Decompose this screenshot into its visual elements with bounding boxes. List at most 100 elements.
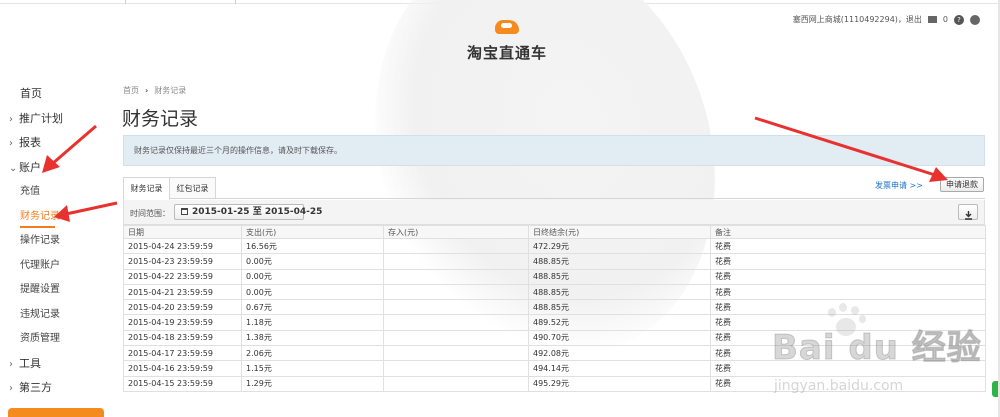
table-row: 2015-04-17 23:59:59 2.06元 492.08元 花费	[123, 345, 986, 362]
sidebar-item-operation-log[interactable]: 操作记录	[0, 233, 110, 258]
sidebar-item-reports[interactable]: › 报表	[0, 135, 110, 160]
cell-balance: 489.52元	[528, 314, 711, 331]
cell-deposit	[383, 283, 529, 301]
table-row: 2015-04-16 23:59:59 1.15元 494.14元 花费	[123, 360, 986, 377]
sidebar-item-tools[interactable]: › 工具	[0, 356, 110, 381]
tab-bar: 财务记录 红包记录	[123, 177, 985, 200]
cell-date: 2015-04-15 23:59:59	[123, 375, 242, 392]
cell-expense: 2.06元	[241, 345, 384, 362]
fire-icon[interactable]	[970, 14, 980, 25]
sidebar-item-account[interactable]: ⌄ 账户	[0, 160, 110, 185]
cell-balance: 488.85元	[528, 253, 711, 270]
table-row: 2015-04-24 23:59:59 16.56元 472.29元 花费	[123, 237, 986, 255]
cell-deposit	[383, 299, 529, 316]
cell-date: 2015-04-19 23:59:59	[123, 314, 242, 331]
sidebar-item-agent-account[interactable]: 代理账户	[0, 258, 110, 283]
cell-expense: 16.56元	[241, 237, 384, 255]
cell-remark: 花费	[710, 283, 986, 301]
cell-date: 2015-04-24 23:59:59	[123, 237, 242, 255]
cell-date: 2015-04-21 23:59:59	[123, 283, 242, 301]
cell-date: 2015-04-23 23:59:59	[123, 253, 242, 270]
cell-date: 2015-04-18 23:59:59	[123, 329, 242, 347]
sidebar-item-recharge[interactable]: 充值	[0, 184, 110, 209]
cell-balance: 492.08元	[528, 345, 711, 362]
sidebar-item-home[interactable]: 首页	[0, 86, 110, 111]
date-range-picker[interactable]: 2015-01-25 至 2015-04-25	[174, 204, 322, 220]
refund-button[interactable]: 申请退款	[940, 177, 984, 192]
cell-date: 2015-04-22 23:59:59	[123, 268, 242, 285]
sidebar-item-finance-records[interactable]: 财务记录	[0, 209, 110, 234]
download-button[interactable]	[958, 204, 978, 220]
column-header: 日终结余(元)	[528, 225, 711, 239]
filter-bar: 时间范围： 2015-01-25 至 2015-04-25	[123, 200, 985, 225]
table-row: 2015-04-15 23:59:59 1.29元 495.29元 花费	[123, 375, 986, 392]
sidebar-item-label: 首页	[20, 87, 42, 100]
cell-deposit	[383, 360, 529, 377]
help-icon[interactable]: ?	[954, 14, 964, 25]
sidebar-item-violations[interactable]: 违规记录	[0, 307, 110, 332]
cell-balance: 472.29元	[528, 237, 711, 255]
cell-expense: 0.00元	[241, 283, 384, 301]
account-label[interactable]: 塞西网上商城(1110492294)，退出	[793, 14, 922, 25]
sidebar-item-label: 工具	[19, 356, 41, 370]
tab-finance-records[interactable]: 财务记录	[123, 177, 170, 200]
cell-balance: 495.29元	[528, 375, 711, 392]
user-area: 塞西网上商城(1110492294)，退出 0 ?	[793, 14, 980, 25]
cell-date: 2015-04-20 23:59:59	[123, 299, 242, 316]
table-row: 2015-04-22 23:59:59 0.00元 488.85元 花费	[123, 268, 986, 285]
sidebar-item-reminder-settings[interactable]: 提醒设置	[0, 282, 110, 307]
sidebar-bottom-button[interactable]	[8, 408, 104, 417]
active-underline	[20, 225, 55, 228]
sidebar: 首页 › 推广计划 › 报表 ⌄ 账户 充值 财务记录 操作记录 代理账户 提醒设置 …	[0, 86, 110, 405]
sidebar-item-label: 提醒设置	[20, 284, 60, 295]
sidebar-item-campaigns[interactable]: › 推广计划	[0, 111, 110, 136]
cell-remark: 花费	[710, 375, 986, 392]
cell-date: 2015-04-17 23:59:59	[123, 345, 242, 362]
date-range-value: 2015-01-25 至 2015-04-25	[192, 207, 323, 217]
invoice-request-link[interactable]: 发票申请 >>	[875, 180, 923, 191]
download-icon	[964, 211, 972, 220]
cell-deposit	[383, 329, 529, 347]
cell-balance: 488.85元	[528, 268, 711, 285]
sidebar-item-qualifications[interactable]: 资质管理	[0, 331, 110, 356]
column-header: 支出(元)	[241, 225, 384, 239]
cell-deposit	[383, 345, 529, 362]
calendar-icon	[181, 208, 188, 215]
cell-expense: 1.29元	[241, 375, 384, 392]
cell-remark: 花费	[710, 299, 986, 316]
chevron-right-icon: ›	[9, 358, 13, 370]
tab-red-packet-records[interactable]: 红包记录	[170, 177, 216, 199]
cell-balance: 488.85元	[528, 283, 711, 301]
sidebar-item-third-party[interactable]: › 第三方	[0, 380, 110, 405]
mail-count: 0	[942, 15, 948, 24]
table-row: 2015-04-19 23:59:59 1.18元 489.52元 花费	[123, 314, 986, 331]
sidebar-item-label: 推广计划	[19, 111, 63, 125]
mail-icon[interactable]	[927, 16, 937, 23]
cell-remark: 花费	[710, 268, 986, 285]
cell-expense: 0.00元	[241, 268, 384, 285]
sidebar-item-label: 资质管理	[20, 333, 60, 344]
sidebar-item-label: 违规记录	[20, 308, 60, 320]
cell-expense: 0.67元	[241, 299, 384, 316]
cell-expense: 1.15元	[241, 360, 384, 377]
cell-balance: 490.70元	[528, 329, 711, 347]
notice-bar: 财务记录仅保持最近三个月的操作信息，请及时下载保存。	[123, 135, 985, 166]
logo[interactable]: 淘宝直通车	[462, 16, 552, 63]
car-logo-icon	[495, 16, 519, 38]
cell-deposit	[383, 314, 529, 331]
logo-text: 淘宝直通车	[466, 44, 547, 62]
chevron-right-icon: ›	[9, 138, 13, 149]
cell-deposit	[383, 253, 529, 270]
cell-balance: 488.85元	[528, 299, 711, 316]
cell-remark: 花费	[710, 360, 986, 377]
chevron-right-icon: ›	[9, 113, 13, 125]
sidebar-item-label: 财务记录	[20, 210, 60, 222]
sidebar-item-label: 充值	[20, 186, 40, 197]
cell-deposit	[383, 268, 529, 285]
chevron-right-icon: ›	[145, 86, 149, 95]
cell-date: 2015-04-16 23:59:59	[123, 360, 242, 377]
chevron-right-icon: ›	[9, 383, 13, 394]
cell-expense: 1.38元	[241, 329, 384, 347]
column-header: 日期	[123, 225, 242, 239]
breadcrumb-home[interactable]: 首页	[123, 86, 139, 95]
